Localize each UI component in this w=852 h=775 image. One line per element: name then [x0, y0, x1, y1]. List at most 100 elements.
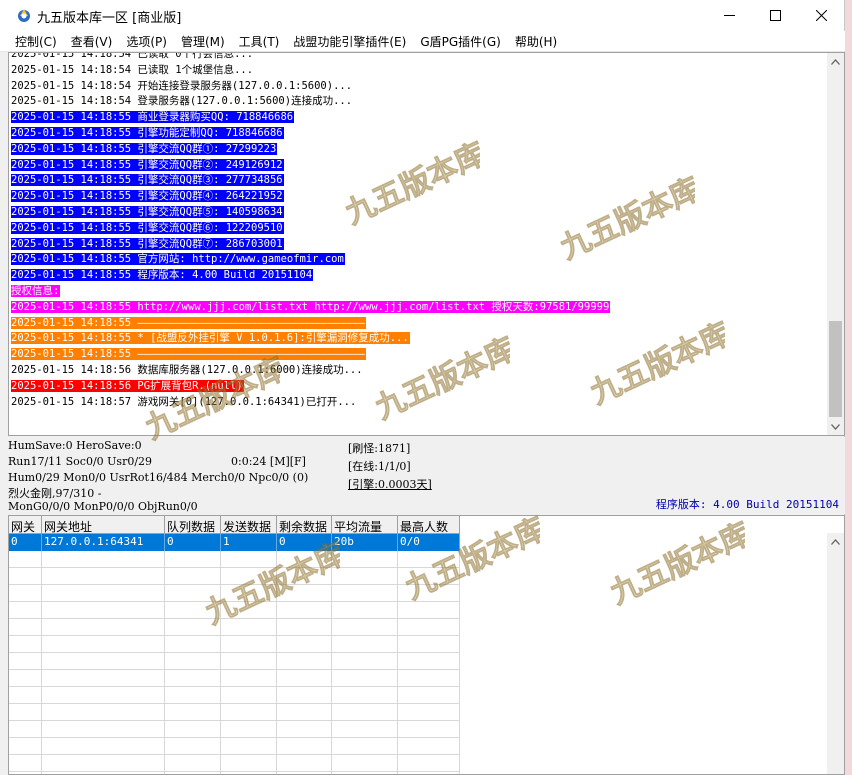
refresh-monster-label: [刷怪:1871]	[348, 442, 411, 455]
maximize-button[interactable]	[752, 0, 798, 31]
gate-table[interactable]: 网关 网关地址 队列数据 发送数据 剩余数据 平均流量 最高人数 0 127.0…	[8, 515, 845, 775]
menu-gshield-plugin[interactable]: G盾PG插件(G)	[413, 31, 508, 51]
menu-view[interactable]: 查看(V)	[64, 31, 120, 51]
table-scrollbar[interactable]	[827, 533, 844, 774]
log-line-text: 2025-01-15 14:18:54 已读取 0个行会信息...	[11, 52, 254, 60]
status-save: HumSave:0 HeroSave:0	[8, 439, 142, 452]
log-line-text: 2025-01-15 14:18:54 开始连接登录服务器(127.0.0.1:…	[11, 79, 353, 92]
col-gate-address[interactable]: 网关地址	[42, 516, 165, 534]
status-run: Run17/11 Soc0/0 Usr0/29	[8, 455, 153, 468]
log-line: 授权信息:	[11, 284, 826, 300]
menu-help[interactable]: 帮助(H)	[508, 31, 564, 51]
maximize-icon	[769, 10, 781, 21]
log-line-text: 2025-01-15 14:18:55 引擎交流QQ群②: 249126912	[11, 158, 284, 171]
menu-manage[interactable]: 管理(M)	[174, 31, 232, 51]
scroll-down-arrow[interactable]	[827, 418, 844, 435]
log-line: 2025-01-15 14:18:54 已读取 1个城堡信息...	[11, 63, 826, 79]
log-line-text: 2025-01-15 14:18:55 http://www.jjj.com/l…	[11, 300, 611, 313]
cell-sent-data: 1	[221, 534, 277, 551]
menu-options[interactable]: 选项(P)	[119, 31, 174, 51]
log-line-text: 2025-01-15 14:18:55 引擎功能定制QQ: 718846686	[11, 126, 284, 139]
grid-row-line	[9, 771, 460, 772]
col-avg-traffic[interactable]: 平均流量	[332, 516, 398, 534]
status-monsters: MonG0/0/0 MonP0/0/0 ObjRun0/0	[8, 500, 198, 513]
log-line: 2025-01-15 14:18:55 引擎交流QQ群⑥: 122209510	[11, 221, 826, 237]
main-window: 九五版本库一区 [商业版] 控制(C) 查看(V) 选项(P) 管理(M) 工具…	[0, 0, 845, 775]
log-line-text: 2025-01-15 14:18:55 商业登录器购买QQ: 718846686	[11, 111, 295, 124]
grid-row-line	[9, 737, 460, 738]
log-line: 2025-01-15 14:18:54 登录服务器(127.0.0.1:5600…	[11, 94, 826, 110]
grid-row-line	[9, 703, 460, 704]
cell-queue-data: 0	[165, 534, 221, 551]
log-line-text: 授权信息:	[11, 284, 61, 297]
log-line-text: 2025-01-15 14:18:56 数据库服务器(127.0.0.1:600…	[11, 363, 363, 376]
cell-gate-address: 127.0.0.1:64341	[42, 534, 165, 551]
scroll-up-arrow[interactable]	[827, 53, 844, 70]
grid-row-line	[9, 635, 460, 636]
table-header: 网关 网关地址 队列数据 发送数据 剩余数据 平均流量 最高人数	[9, 516, 460, 534]
grid-row-line	[9, 652, 460, 653]
log-line-text: 2025-01-15 14:18:55 引擎交流QQ群①: 27299223	[11, 142, 278, 155]
log-line-text: 2025-01-15 14:18:55 ————————————————————…	[11, 316, 367, 329]
col-remaining-data[interactable]: 剩余数据	[277, 516, 332, 534]
col-max-users[interactable]: 最高人数	[398, 516, 460, 534]
status-panel: HumSave:0 HeroSave:0 Run17/11 Soc0/0 Usr…	[0, 437, 845, 514]
table-scroll-up-arrow[interactable]	[827, 533, 844, 550]
chevron-up-icon	[831, 58, 840, 65]
log-line: 2025-01-15 14:18:55 http://www.jjj.com/l…	[11, 300, 826, 316]
log-line: 2025-01-15 14:18:55 引擎交流QQ群④: 264221952	[11, 189, 826, 205]
grid-row-line	[9, 601, 460, 602]
log-scrollbar[interactable]	[827, 53, 844, 435]
col-gate[interactable]: 网关	[9, 516, 42, 534]
log-line-text: 2025-01-15 14:18:55 引擎交流QQ群④: 264221952	[11, 190, 284, 203]
log-line-text: 2025-01-15 14:18:55 引擎交流QQ群③: 277734856	[11, 174, 284, 187]
app-icon	[18, 9, 30, 22]
cell-avg-traffic: 20b	[332, 534, 398, 551]
log-line-text: 2025-01-15 14:18:55 * [战盟反外挂引擎 V 1.0.1.6…	[11, 332, 410, 345]
grid-row-line	[9, 669, 460, 670]
log-line: 2025-01-15 14:18:55 引擎功能定制QQ: 718846686	[11, 126, 826, 142]
close-button[interactable]	[798, 0, 844, 31]
menu-control[interactable]: 控制(C)	[8, 31, 64, 51]
menu-engine-plugin[interactable]: 战盟功能引擎插件(E)	[286, 31, 413, 51]
log-line-text: 2025-01-15 14:18:55 引擎交流QQ群⑦: 286703001	[11, 237, 284, 250]
menu-bar: 控制(C) 查看(V) 选项(P) 管理(M) 工具(T) 战盟功能引擎插件(E…	[0, 31, 845, 52]
engine-label: [引擎:0.0003天]	[348, 478, 432, 491]
log-line: 2025-01-15 14:18:55 引擎交流QQ群②: 249126912	[11, 158, 826, 174]
log-line: 2025-01-15 14:18:56 PG扩展背包R.(null)	[11, 379, 826, 395]
log-line-text: 2025-01-15 14:18:55 引擎交流QQ群⑤: 140598634	[11, 205, 284, 218]
close-icon	[815, 10, 827, 21]
log-line: 2025-01-15 14:18:54 开始连接登录服务器(127.0.0.1:…	[11, 79, 826, 95]
menu-tools[interactable]: 工具(T)	[232, 31, 287, 51]
chevron-up-icon	[831, 538, 840, 545]
log-line: 2025-01-15 14:18:55 程序版本: 4.00 Build 201…	[11, 268, 826, 284]
log-lines: 2025-01-15 14:18:54 已读取 0个行会信息... 2025-01…	[11, 52, 826, 411]
log-line: 2025-01-15 14:18:55 引擎交流QQ群⑦: 286703001	[11, 237, 826, 253]
table-row[interactable]: 0 127.0.0.1:64341 0 1 0 20b 0/0	[9, 534, 460, 551]
log-line-text: 2025-01-15 14:18:55 引擎交流QQ群⑥: 122209510	[11, 221, 284, 234]
status-player: 烈火金刚,97/310 -	[8, 487, 102, 500]
minimize-button[interactable]	[706, 0, 752, 31]
scroll-thumb[interactable]	[829, 321, 842, 417]
minimize-icon	[723, 15, 735, 16]
col-queue-data[interactable]: 队列数据	[165, 516, 221, 534]
title-bar[interactable]: 九五版本库一区 [商业版]	[0, 0, 844, 31]
log-panel[interactable]: 2025-01-15 14:18:54 已读取 0个行会信息... 2025-01…	[8, 52, 845, 436]
log-line: 2025-01-15 14:18:57 游戏网关[0](127.0.0.1:64…	[11, 395, 826, 411]
log-line: 2025-01-15 14:18:55 ————————————————————…	[11, 316, 826, 332]
window-title: 九五版本库一区 [商业版]	[37, 11, 182, 26]
col-sent-data[interactable]: 发送数据	[221, 516, 277, 534]
log-line: 2025-01-15 14:18:55 引擎交流QQ群①: 27299223	[11, 142, 826, 158]
grid-row-line	[9, 618, 460, 619]
cell-max-users: 0/0	[398, 534, 460, 551]
log-line: 2025-01-15 14:18:56 数据库服务器(127.0.0.1:600…	[11, 363, 826, 379]
log-line: 2025-01-15 14:18:55 ————————————————————…	[11, 347, 826, 363]
cell-gate: 0	[9, 534, 42, 551]
status-counts: Hum0/29 Mon0/0 UsrRot16/484 Merch0/0 Npc…	[8, 471, 309, 484]
table-gridlines	[9, 551, 460, 774]
grid-row-line	[9, 754, 460, 755]
grid-row-line	[9, 584, 460, 585]
log-line: 2025-01-15 14:18:55 商业登录器购买QQ: 718846686	[11, 110, 826, 126]
grid-row-line	[9, 686, 460, 687]
log-line: 2025-01-15 14:18:55 * [战盟反外挂引擎 V 1.0.1.6…	[11, 331, 826, 347]
